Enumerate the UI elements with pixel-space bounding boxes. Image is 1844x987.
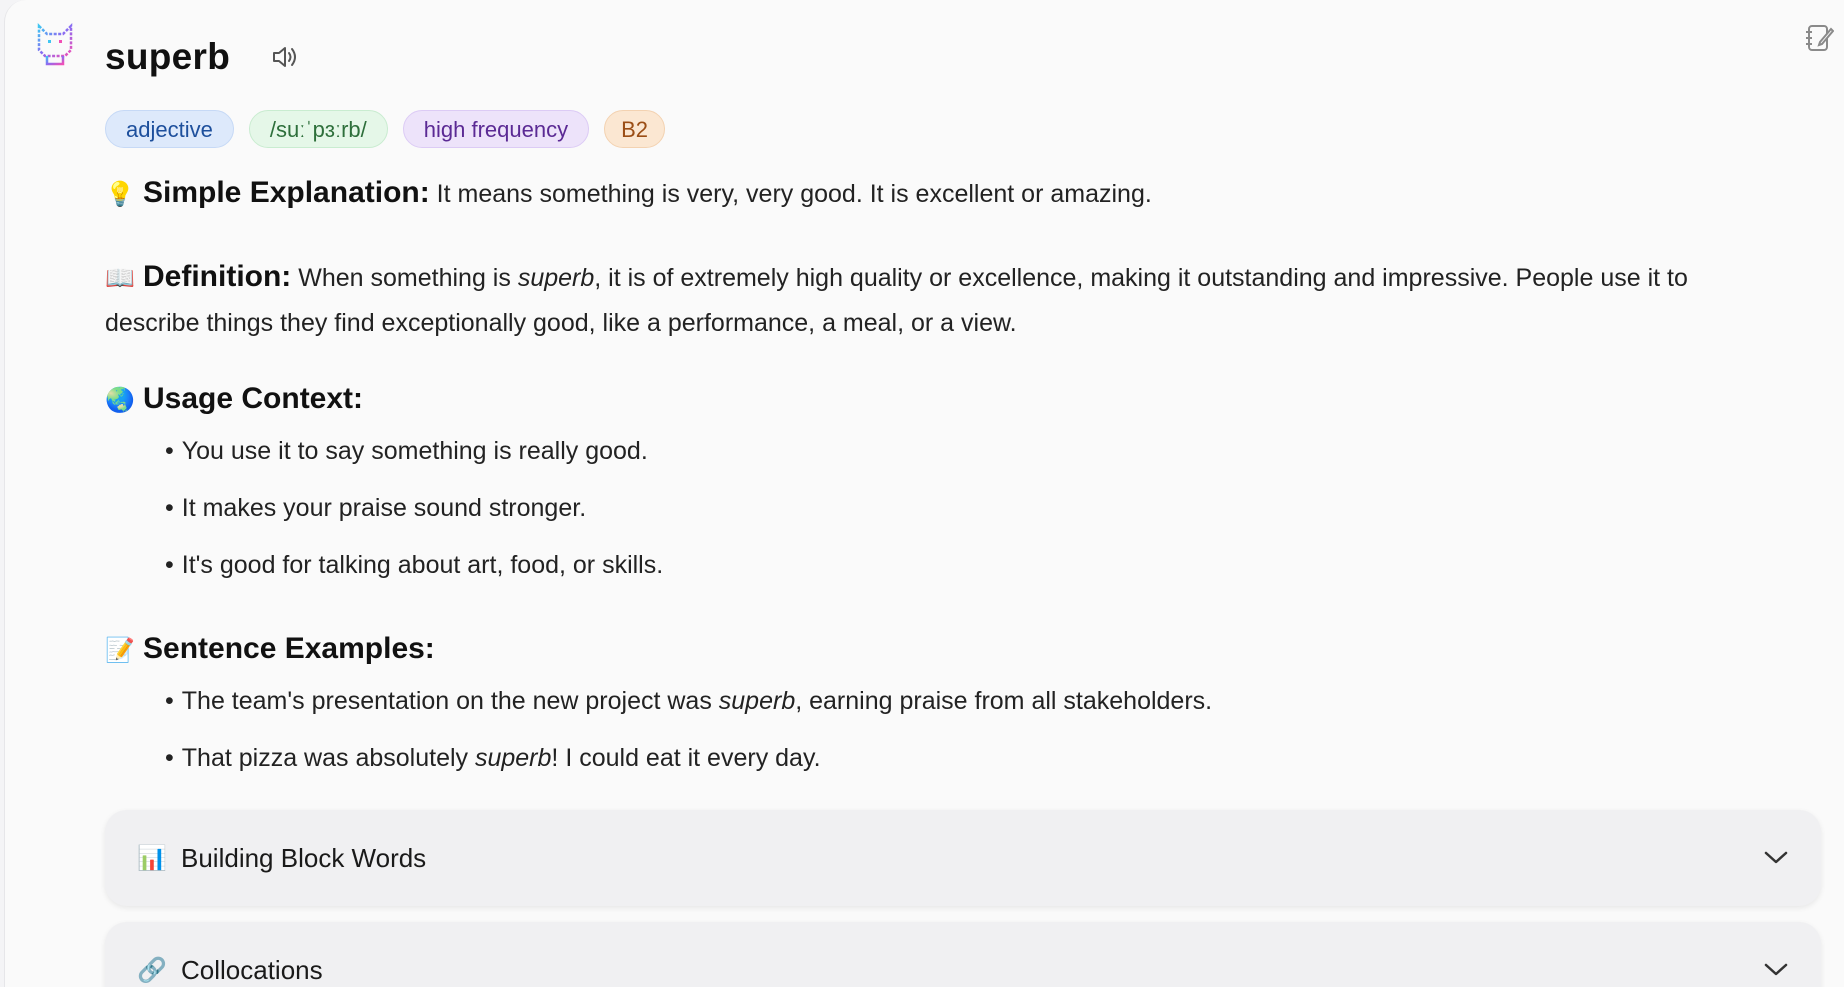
notebook-edit-icon[interactable] xyxy=(1804,22,1834,54)
book-icon: 📖 xyxy=(105,265,135,292)
frequency-tag: high frequency xyxy=(402,110,590,148)
globe-icon: 🌏 xyxy=(105,387,135,414)
example-text: That pizza was absolutely xyxy=(181,744,475,772)
simple-text: It means something is very, very good. I… xyxy=(429,180,1152,208)
simple-explanation: 💡 Simple Explanation: It means something … xyxy=(105,170,1152,217)
usage-section: 🌏 Usage Context: You use it to say someth… xyxy=(105,376,663,600)
example-word: superb xyxy=(474,744,552,772)
usage-item: It's good for talking about art, food, o… xyxy=(165,543,663,600)
simple-heading: Simple Explanation: xyxy=(143,176,430,209)
example-word: superb xyxy=(718,687,796,715)
accordion-collocations[interactable]: 🔗 Collocations xyxy=(105,922,1821,987)
accordion-title: Collocations xyxy=(181,954,323,985)
examples-list: The team's presentation on the new proje… xyxy=(165,679,1212,793)
example-item: That pizza was absolutely superb! I coul… xyxy=(165,736,1212,793)
memo-icon: 📝 xyxy=(105,637,135,664)
example-text: ! I could eat it every day. xyxy=(551,744,821,772)
link-icon: 🔗 xyxy=(137,956,167,984)
part-of-speech-tag: adjective xyxy=(105,110,234,148)
definition-word: superb xyxy=(517,264,595,292)
usage-item: You use it to say something is really go… xyxy=(165,429,663,486)
examples-heading: Sentence Examples: xyxy=(143,632,435,665)
cat-logo-icon xyxy=(37,22,73,66)
examples-section: 📝 Sentence Examples: The team's presentat… xyxy=(105,626,1212,793)
usage-heading: Usage Context: xyxy=(143,382,364,415)
definition-text-before: When something is xyxy=(291,264,518,292)
chevron-down-icon[interactable] xyxy=(1763,962,1789,978)
definition: 📖 Definition: When something is superb, i… xyxy=(105,254,1785,346)
usage-list: You use it to say something is really go… xyxy=(165,429,663,600)
level-tag: B2 xyxy=(604,110,665,148)
tag-row: adjective /suːˈpɜːrb/ high frequency B2 xyxy=(105,110,665,148)
accordion-building-block-words[interactable]: 📊 Building Block Words xyxy=(105,810,1821,906)
accordion-title: Building Block Words xyxy=(181,842,427,873)
definition-heading: Definition: xyxy=(143,260,292,293)
lightbulb-icon: 💡 xyxy=(105,181,135,208)
example-text: The team's presentation on the new proje… xyxy=(181,687,719,715)
example-item: The team's presentation on the new proje… xyxy=(165,679,1212,736)
word-card: superb adjective /suːˈpɜːrb/ high freque… xyxy=(4,0,1844,987)
pronunciation-tag: /suːˈpɜːrb/ xyxy=(248,110,388,148)
bar-chart-icon: 📊 xyxy=(137,844,167,872)
word-title: superb xyxy=(105,36,231,77)
example-text: , earning praise from all stakeholders. xyxy=(795,687,1213,715)
chevron-down-icon[interactable] xyxy=(1763,850,1789,866)
speaker-icon[interactable] xyxy=(270,43,300,71)
usage-item: It makes your praise sound stronger. xyxy=(165,486,663,543)
word-header: superb xyxy=(105,36,300,78)
